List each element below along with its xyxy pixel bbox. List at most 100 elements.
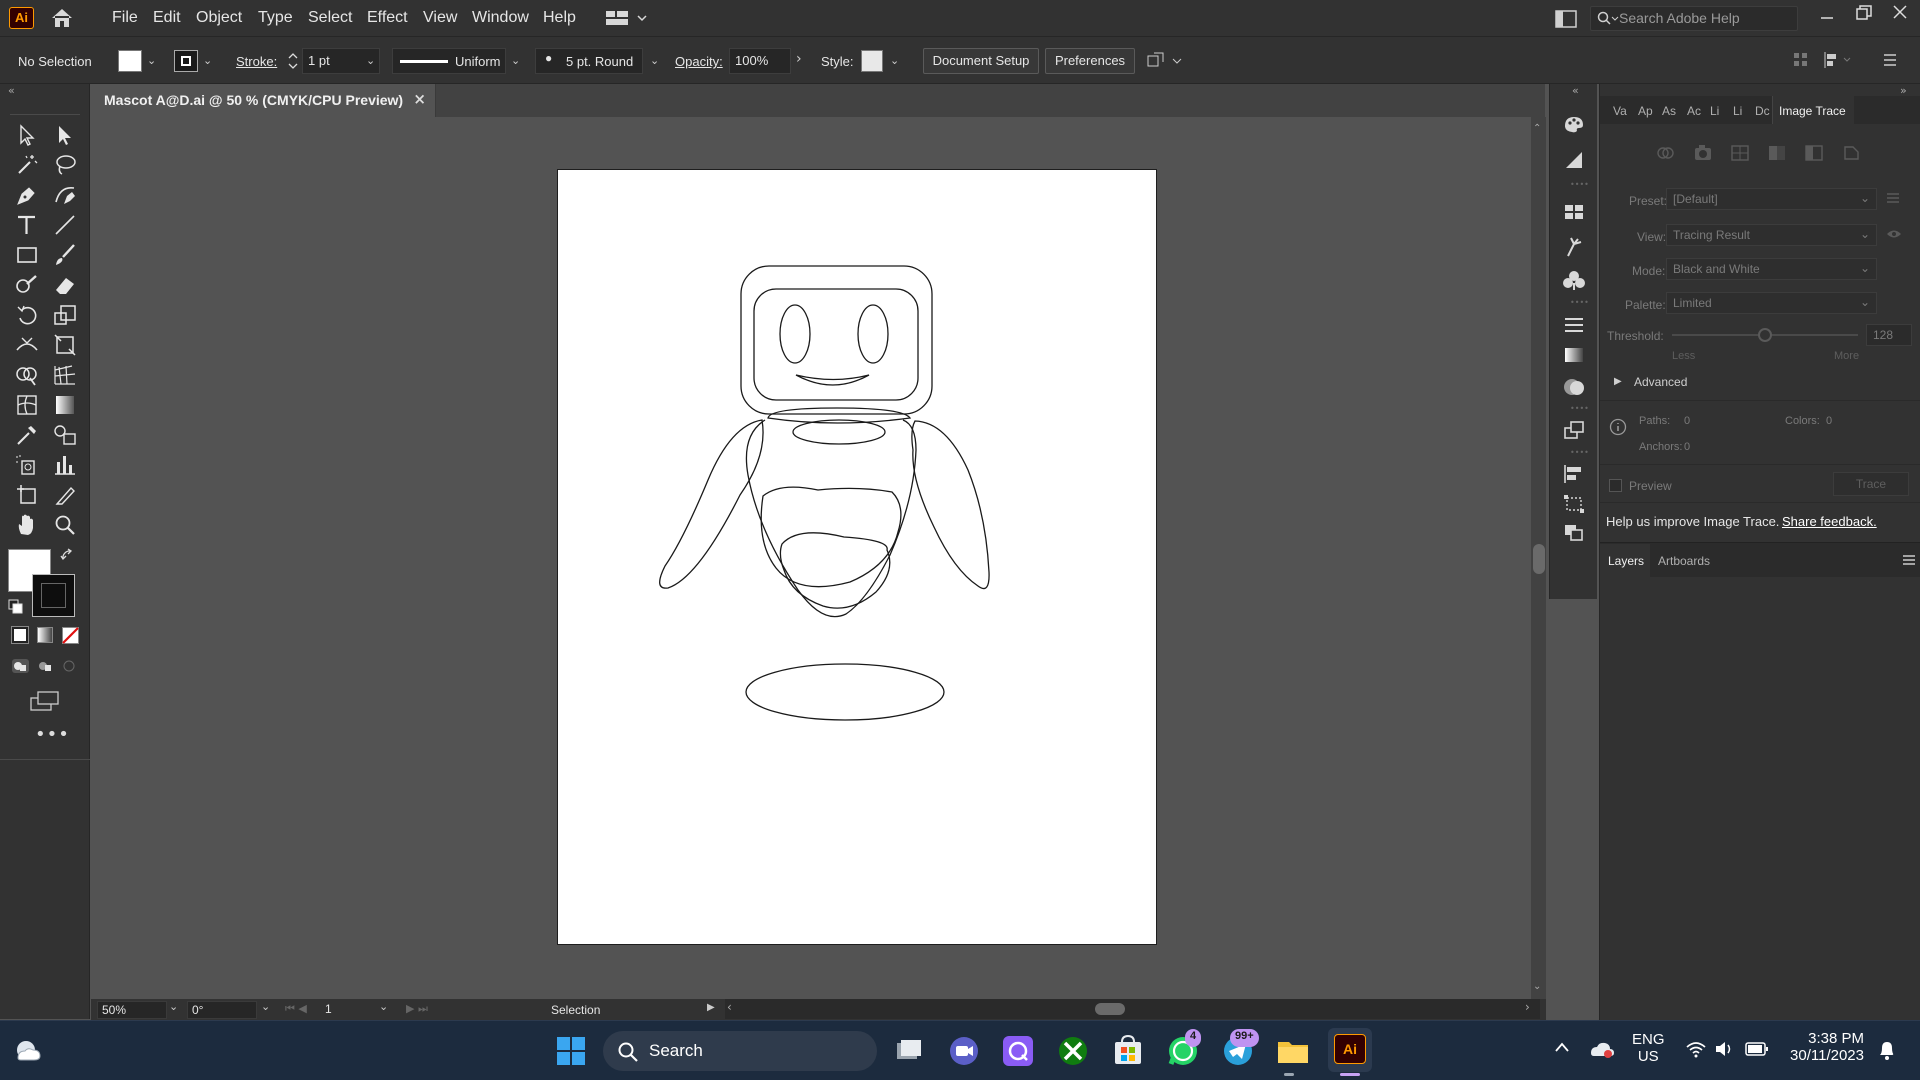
tab-asset-export[interactable]: As xyxy=(1662,104,1676,118)
minimize-icon[interactable] xyxy=(1820,12,1834,24)
search-help-input[interactable]: Search Adobe Help xyxy=(1590,6,1798,31)
restore-icon[interactable] xyxy=(1856,5,1872,21)
draw-inside-icon[interactable] xyxy=(61,657,79,675)
perspective-grid-tool-icon[interactable] xyxy=(52,362,78,388)
threshold-slider[interactable] xyxy=(1672,328,1858,342)
shaper-tool-icon[interactable] xyxy=(14,272,40,298)
strip-grip[interactable]: •••• xyxy=(1570,298,1589,307)
next-artboard-icon[interactable]: ▶ ⏭ xyxy=(406,1002,428,1016)
eraser-tool-icon[interactable] xyxy=(52,272,78,298)
rotate-tool-icon[interactable] xyxy=(14,302,40,328)
home-icon[interactable] xyxy=(50,8,74,28)
menu-view[interactable]: View xyxy=(423,0,457,36)
weather-icon[interactable] xyxy=(14,1038,44,1064)
stroke-weight-dropdown-icon[interactable]: ⌄ xyxy=(366,54,375,67)
panel-menu-icon[interactable] xyxy=(1882,53,1898,67)
width-tool-icon[interactable] xyxy=(14,332,40,358)
taskbar-search[interactable]: Search xyxy=(603,1031,877,1071)
mesh-tool-icon[interactable] xyxy=(14,392,40,418)
direct-selection-tool-icon[interactable] xyxy=(52,122,78,148)
black-white-preset-icon[interactable] xyxy=(1804,144,1824,162)
tab-appearance[interactable]: Ap xyxy=(1638,104,1653,118)
document-tab[interactable]: Mascot A@D.ai @ 50 % (CMYK/CPU Preview) … xyxy=(90,84,436,117)
workspace-switcher-icon[interactable] xyxy=(606,9,650,27)
low-color-preset-icon[interactable] xyxy=(1730,144,1750,162)
swap-fill-stroke-icon[interactable] xyxy=(60,548,76,564)
preset-menu-icon[interactable] xyxy=(1886,192,1900,204)
battery-icon[interactable] xyxy=(1745,1041,1769,1057)
column-graph-tool-icon[interactable] xyxy=(52,452,78,478)
preset-select[interactable]: [Default] ⌄ xyxy=(1666,188,1877,210)
menu-edit[interactable]: Edit xyxy=(153,0,181,36)
swatches-icon[interactable] xyxy=(1562,202,1586,222)
tab-variables[interactable]: Va xyxy=(1613,104,1627,118)
lasso-tool-icon[interactable] xyxy=(52,152,78,178)
artboard-tool-icon[interactable] xyxy=(14,482,40,508)
layers-menu-icon[interactable] xyxy=(1902,554,1916,566)
style-swatch[interactable] xyxy=(861,50,883,72)
tab-layers[interactable]: Layers xyxy=(1600,544,1650,577)
rectangle-tool-icon[interactable] xyxy=(14,242,40,268)
stroke-label[interactable]: Stroke: xyxy=(236,54,277,69)
advanced-label[interactable]: Advanced xyxy=(1634,375,1687,389)
screen-mode-icon[interactable] xyxy=(30,690,60,712)
menu-object[interactable]: Object xyxy=(196,0,242,36)
eye-icon[interactable] xyxy=(1886,228,1902,240)
artboard[interactable] xyxy=(557,169,1157,945)
draw-behind-icon[interactable] xyxy=(36,657,56,675)
distribute-icon[interactable] xyxy=(1822,51,1856,69)
advanced-toggle-icon[interactable]: ▶ xyxy=(1614,376,1622,387)
fill-swatch[interactable] xyxy=(118,50,142,72)
menu-file[interactable]: File xyxy=(112,0,138,36)
arrange-icon[interactable] xyxy=(1146,51,1186,71)
threshold-slider-thumb[interactable] xyxy=(1758,328,1772,342)
shape-builder-tool-icon[interactable] xyxy=(14,362,40,388)
draw-normal-icon[interactable] xyxy=(11,657,31,675)
horizontal-scroll-thumb[interactable] xyxy=(1095,1003,1125,1015)
paintbrush-tool-icon[interactable] xyxy=(52,242,78,268)
expand-strip-icon[interactable]: « xyxy=(1572,84,1579,97)
close-tab-icon[interactable]: × xyxy=(413,90,426,108)
rotation-dropdown-icon[interactable]: ⌄ xyxy=(261,1000,270,1013)
menu-effect[interactable]: Effect xyxy=(367,0,408,36)
selection-tool-icon[interactable] xyxy=(14,122,40,148)
opacity-label[interactable]: Opacity: xyxy=(675,54,723,69)
tab-image-trace[interactable]: Image Trace xyxy=(1772,96,1854,124)
strip-grip[interactable]: •••• xyxy=(1570,448,1589,457)
clock[interactable]: 3:38 PM 30/11/2023 xyxy=(1780,1030,1864,1064)
stroke-swatch[interactable] xyxy=(174,50,198,72)
auto-color-preset-icon[interactable] xyxy=(1656,144,1676,162)
menu-select[interactable]: Select xyxy=(308,0,352,36)
menu-window[interactable]: Window xyxy=(472,0,529,36)
trace-button[interactable]: Trace xyxy=(1833,472,1909,496)
tab-actions[interactable]: Ac xyxy=(1687,104,1701,118)
brushes-icon[interactable] xyxy=(1562,236,1586,258)
microsoft-store-icon[interactable] xyxy=(1110,1033,1146,1069)
teams-meet-icon[interactable] xyxy=(946,1033,982,1069)
strip-grip[interactable]: •••• xyxy=(1570,404,1589,413)
edit-toolbar-icon[interactable]: ••• xyxy=(35,724,70,745)
artboard-number-field[interactable]: 1 xyxy=(321,1001,369,1019)
stroke-profile-select[interactable]: Uniform xyxy=(392,48,506,74)
scroll-down-icon[interactable]: ⌄ xyxy=(1533,981,1541,992)
type-tool-icon[interactable] xyxy=(14,212,40,238)
mode-select[interactable]: Black and White ⌄ xyxy=(1666,258,1877,280)
stroke-color-swatch[interactable] xyxy=(32,574,75,617)
curvature-tool-icon[interactable] xyxy=(52,182,78,208)
tab-artboards[interactable]: Artboards xyxy=(1658,554,1710,568)
preferences-button[interactable]: Preferences xyxy=(1045,48,1135,74)
free-transform-tool-icon[interactable] xyxy=(52,332,78,358)
hand-tool-icon[interactable] xyxy=(14,512,40,538)
xbox-icon[interactable] xyxy=(1055,1033,1091,1069)
show-hidden-icons[interactable] xyxy=(1554,1041,1570,1053)
slice-tool-icon[interactable] xyxy=(52,482,78,508)
eyedropper-tool-icon[interactable] xyxy=(14,422,40,448)
file-explorer-icon[interactable] xyxy=(1275,1033,1311,1069)
tab-libraries[interactable]: Li xyxy=(1733,104,1742,118)
stroke-stepper-icon[interactable] xyxy=(287,51,299,71)
outline-preset-icon[interactable] xyxy=(1841,144,1861,162)
magic-wand-tool-icon[interactable] xyxy=(14,152,40,178)
brush-dropdown-icon[interactable]: ⌄ xyxy=(650,54,659,67)
language-indicator[interactable]: ENG US xyxy=(1632,1031,1665,1065)
tab-document-info[interactable]: Dc xyxy=(1755,104,1770,118)
